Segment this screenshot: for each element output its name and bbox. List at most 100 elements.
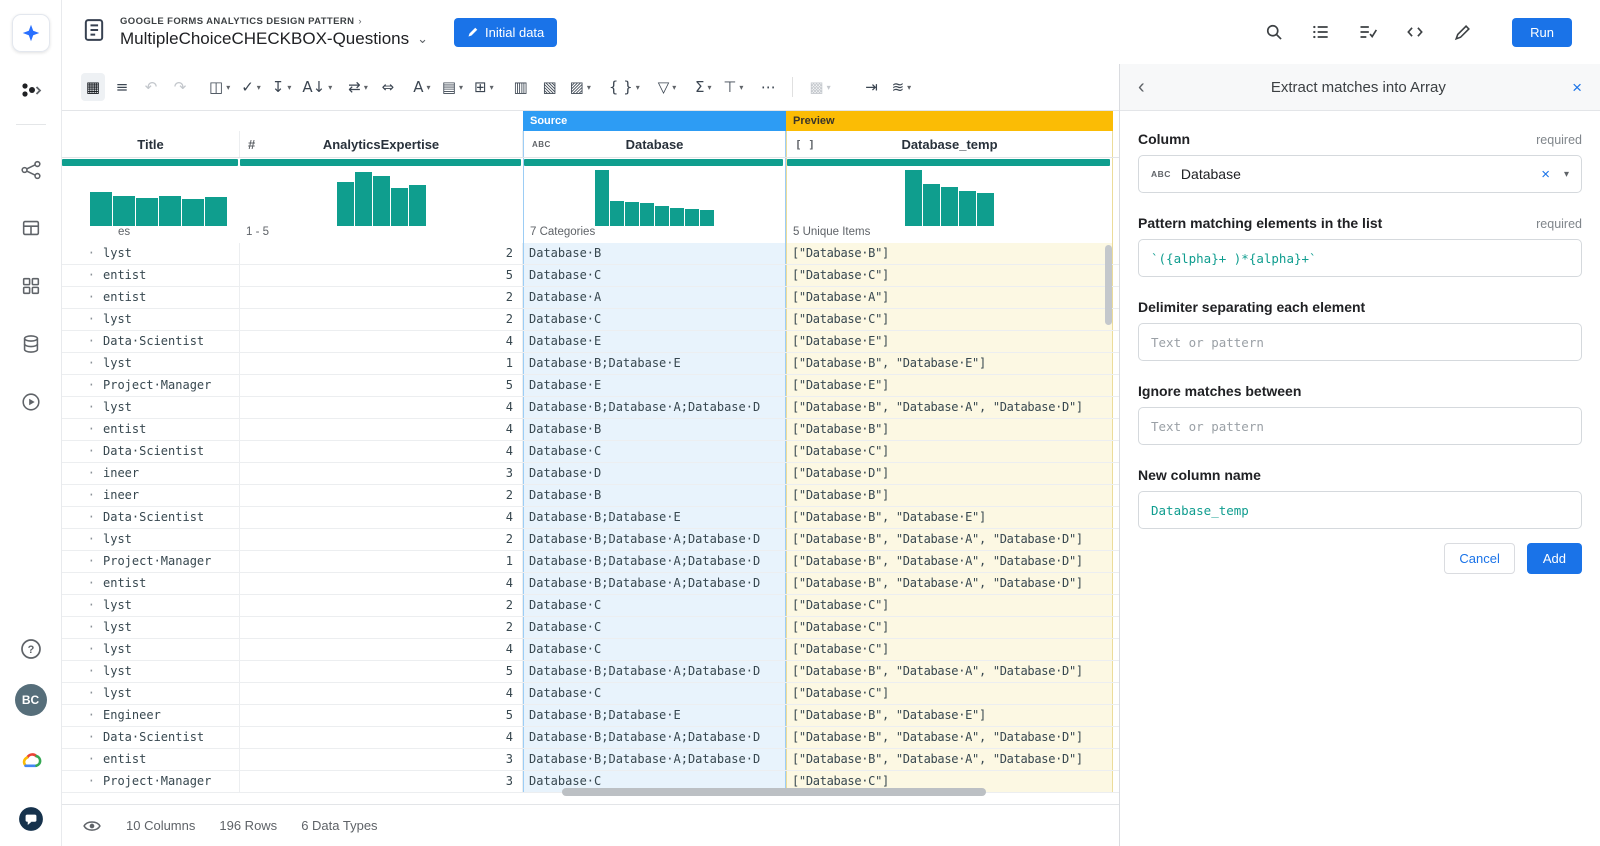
- table-row[interactable]: ·lyst4Database·C["Database·C"]: [62, 683, 1119, 705]
- column-header-database[interactable]: ABC Database: [523, 131, 786, 157]
- cell-analyticsexpertise[interactable]: 1: [240, 353, 523, 374]
- cell-title[interactable]: entist: [100, 749, 240, 770]
- help-icon[interactable]: ?: [18, 636, 44, 662]
- cell-analyticsexpertise[interactable]: 2: [240, 529, 523, 550]
- redo-icon[interactable]: ↷: [168, 73, 192, 101]
- undo-icon[interactable]: ↶: [139, 73, 163, 101]
- table-row[interactable]: ·lyst4Database·B;Database·A;Database·D["…: [62, 397, 1119, 419]
- histogram-bar[interactable]: [941, 187, 958, 226]
- app-logo-icon[interactable]: [12, 14, 50, 52]
- title-dropdown-icon[interactable]: ⌄: [417, 31, 428, 47]
- cell-title[interactable]: Project·Manager: [100, 375, 240, 396]
- histogram-bar[interactable]: [182, 199, 204, 226]
- table-row[interactable]: ·entist3Database·B;Database·A;Database·D…: [62, 749, 1119, 771]
- row-marker[interactable]: ·: [62, 397, 100, 418]
- cell-database-temp[interactable]: ["Database·E"]: [786, 375, 1113, 396]
- cell-title[interactable]: entist: [100, 573, 240, 594]
- cell-analyticsexpertise[interactable]: 1: [240, 551, 523, 572]
- filter-icon[interactable]: ▽▾: [655, 73, 680, 101]
- cell-database[interactable]: Database·B: [523, 419, 786, 440]
- table-row[interactable]: ·entist4Database·B["Database·B"]: [62, 419, 1119, 441]
- table-row[interactable]: ·Data·Scientist4Database·B;Database·A;Da…: [62, 727, 1119, 749]
- column-select[interactable]: ABC Database × ▾: [1138, 155, 1582, 193]
- column-header-analyticsexpertise[interactable]: # AnalyticsExpertise: [240, 131, 523, 157]
- cell-analyticsexpertise[interactable]: 2: [240, 309, 523, 330]
- cell-database[interactable]: Database·B;Database·E: [523, 353, 786, 374]
- cell-title[interactable]: Engineer: [100, 705, 240, 726]
- cell-title[interactable]: Data·Scientist: [100, 507, 240, 528]
- cell-database-temp[interactable]: ["Database·B", "Database·A", "Database·D…: [786, 749, 1113, 770]
- row-marker[interactable]: ·: [62, 529, 100, 550]
- histogram-bar[interactable]: [337, 182, 354, 226]
- cell-analyticsexpertise[interactable]: 4: [240, 397, 523, 418]
- chat-icon[interactable]: [18, 806, 44, 832]
- cell-database-temp[interactable]: ["Database·A"]: [786, 287, 1113, 308]
- cell-database[interactable]: Database·B;Database·A;Database·D: [523, 529, 786, 550]
- table-row[interactable]: ·entist2Database·A["Database·A"]: [62, 287, 1119, 309]
- cell-database-temp[interactable]: ["Database·C"]: [786, 265, 1113, 286]
- cell-analyticsexpertise[interactable]: 4: [240, 507, 523, 528]
- histogram-bar[interactable]: [685, 209, 699, 226]
- row-marker[interactable]: ·: [62, 353, 100, 374]
- table-row[interactable]: ·ineer3Database·D["Database·D"]: [62, 463, 1119, 485]
- cell-database-temp[interactable]: ["Database·B", "Database·A", "Database·D…: [786, 727, 1113, 748]
- cell-title[interactable]: lyst: [100, 243, 240, 264]
- histogram-bar[interactable]: [610, 201, 624, 226]
- histogram-analyticsexpertise[interactable]: [240, 170, 523, 226]
- row-marker[interactable]: ·: [62, 309, 100, 330]
- column-ops-icon[interactable]: ◫▾: [206, 73, 233, 101]
- run-button[interactable]: Run: [1512, 18, 1572, 47]
- back-icon[interactable]: ‹: [1138, 77, 1145, 97]
- row-marker[interactable]: ·: [62, 507, 100, 528]
- standardize-icon[interactable]: ✓▾: [238, 73, 264, 101]
- row-marker[interactable]: ·: [62, 727, 100, 748]
- cell-analyticsexpertise[interactable]: 4: [240, 441, 523, 462]
- cell-analyticsexpertise[interactable]: 3: [240, 749, 523, 770]
- row-marker[interactable]: ·: [62, 485, 100, 506]
- cell-database[interactable]: Database·C: [523, 595, 786, 616]
- breadcrumb[interactable]: GOOGLE FORMS ANALYTICS DESIGN PATTERN ›: [120, 16, 428, 27]
- cell-database-temp[interactable]: ["Database·B"]: [786, 485, 1113, 506]
- cell-title[interactable]: Data·Scientist: [100, 441, 240, 462]
- row-marker[interactable]: ·: [62, 771, 100, 792]
- connections-icon[interactable]: [18, 331, 44, 357]
- flow-graph-icon[interactable]: [18, 157, 44, 183]
- cell-title[interactable]: ineer: [100, 485, 240, 506]
- histogram-bar[interactable]: [355, 172, 372, 226]
- close-icon[interactable]: ×: [1572, 79, 1582, 96]
- cell-analyticsexpertise[interactable]: 3: [240, 463, 523, 484]
- table-row[interactable]: ·ineer2Database·B["Database·B"]: [62, 485, 1119, 507]
- cell-analyticsexpertise[interactable]: 3: [240, 771, 523, 792]
- cell-database[interactable]: Database·B;Database·A;Database·D: [523, 551, 786, 572]
- ignore-input[interactable]: [1138, 407, 1582, 445]
- replace-icon[interactable]: ⇄▾: [345, 73, 371, 101]
- cell-database-temp[interactable]: ["Database·B", "Database·E"]: [786, 507, 1113, 528]
- cell-title[interactable]: Data·Scientist: [100, 727, 240, 748]
- pivot-icon[interactable]: ⊤▾: [720, 73, 746, 101]
- row-marker[interactable]: ·: [62, 463, 100, 484]
- expand-icon[interactable]: ⇔: [376, 73, 400, 101]
- histogram-bar[interactable]: [90, 192, 112, 226]
- table-row[interactable]: ·lyst2Database·C["Database·C"]: [62, 595, 1119, 617]
- histogram-database[interactable]: [524, 170, 785, 226]
- cell-analyticsexpertise[interactable]: 4: [240, 331, 523, 352]
- cell-database-temp[interactable]: ["Database·C"]: [786, 617, 1113, 638]
- goto-column-icon[interactable]: ⇥: [860, 73, 884, 101]
- library-icon[interactable]: [18, 273, 44, 299]
- cell-analyticsexpertise[interactable]: 4: [240, 573, 523, 594]
- cell-analyticsexpertise[interactable]: 2: [240, 287, 523, 308]
- histogram-bar[interactable]: [136, 198, 158, 226]
- row-marker[interactable]: ·: [62, 419, 100, 440]
- cell-analyticsexpertise[interactable]: 2: [240, 485, 523, 506]
- horizontal-scrollbar[interactable]: [562, 788, 986, 796]
- row-marker[interactable]: ·: [62, 375, 100, 396]
- histogram-bar[interactable]: [700, 210, 714, 226]
- table-row[interactable]: ·lyst1Database·B;Database·E["Database·B"…: [62, 353, 1119, 375]
- cell-database[interactable]: Database·B;Database·E: [523, 507, 786, 528]
- table-row[interactable]: ·entist4Database·B;Database·A;Database·D…: [62, 573, 1119, 595]
- cell-analyticsexpertise[interactable]: 2: [240, 243, 523, 264]
- row-marker[interactable]: ·: [62, 595, 100, 616]
- cell-database[interactable]: Database·C: [523, 309, 786, 330]
- table-ops-icon[interactable]: ⊞▾: [471, 73, 497, 101]
- histogram-title[interactable]: [62, 170, 240, 226]
